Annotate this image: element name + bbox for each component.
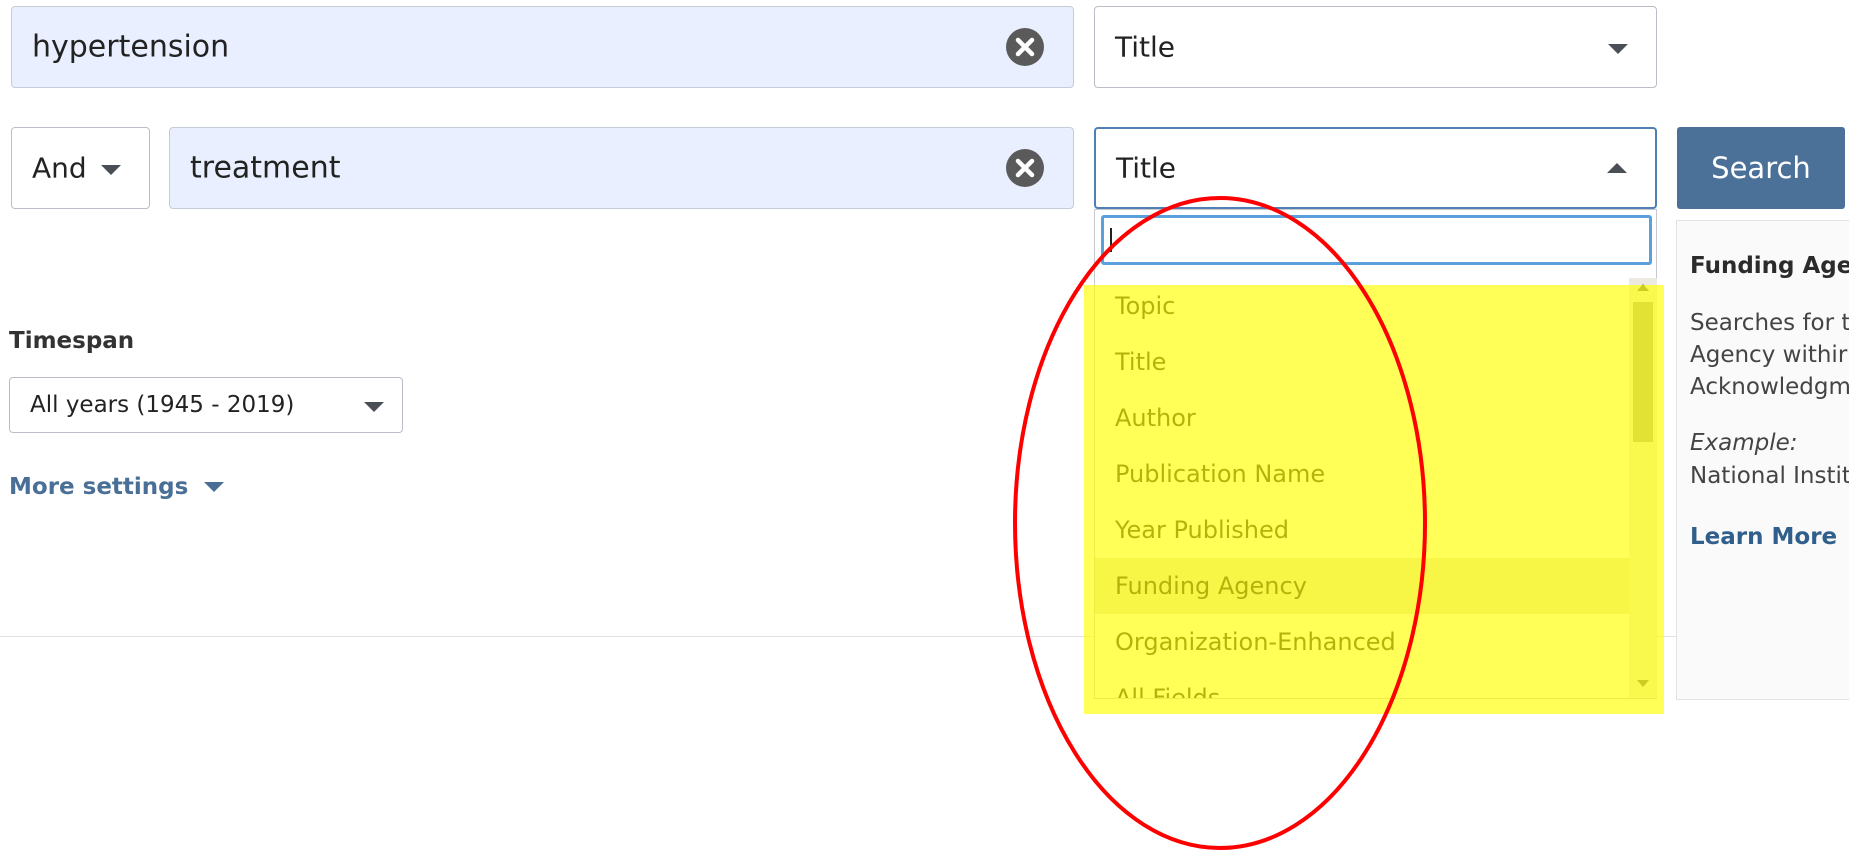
dropdown-options: Topic Title Author Publication Name Year… xyxy=(1095,278,1629,698)
query-input-1[interactable]: hypertension xyxy=(11,6,1074,88)
chevron-down-icon xyxy=(1608,44,1628,54)
field-select-1-value: Title xyxy=(1115,30,1176,64)
info-line-3: Acknowledgm xyxy=(1690,374,1849,400)
chevron-down-icon xyxy=(364,402,384,412)
info-title: Funding Agen xyxy=(1690,253,1849,279)
clear-icon[interactable] xyxy=(1005,148,1045,188)
chevron-up-icon xyxy=(1607,163,1627,173)
timespan-value: All years (1945 - 2019) xyxy=(30,392,295,418)
option-organization-enhanced[interactable]: Organization-Enhanced xyxy=(1095,614,1629,670)
option-funding-agency[interactable]: Funding Agency xyxy=(1095,558,1629,614)
timespan-select[interactable]: All years (1945 - 2019) xyxy=(9,377,403,433)
dropdown-scrollbar[interactable] xyxy=(1629,278,1657,698)
option-author[interactable]: Author xyxy=(1095,390,1629,446)
option-title[interactable]: Title xyxy=(1095,334,1629,390)
query-input-2[interactable]: treatment xyxy=(169,127,1074,209)
option-publication-name[interactable]: Publication Name xyxy=(1095,446,1629,502)
info-example-value: National Instit xyxy=(1690,463,1849,489)
text-cursor xyxy=(1110,228,1112,252)
info-line-2: Agency withir xyxy=(1690,342,1848,368)
more-settings-label: More settings xyxy=(9,474,189,500)
field-select-2-value: Title xyxy=(1116,151,1177,185)
chevron-down-icon xyxy=(101,165,121,175)
option-year-published[interactable]: Year Published xyxy=(1095,502,1629,558)
dropdown-search-input[interactable] xyxy=(1101,215,1652,265)
learn-more-link[interactable]: Learn More xyxy=(1690,524,1837,550)
timespan-label: Timespan xyxy=(9,328,135,354)
field-dropdown: Topic Title Author Publication Name Year… xyxy=(1094,209,1657,699)
chevron-down-icon xyxy=(204,482,225,492)
operator-select[interactable]: And xyxy=(11,127,150,209)
field-select-1[interactable]: Title xyxy=(1094,6,1657,88)
option-topic[interactable]: Topic xyxy=(1095,278,1629,334)
field-select-2[interactable]: Title xyxy=(1094,127,1657,209)
search-button[interactable]: Search xyxy=(1677,127,1845,209)
operator-value: And xyxy=(32,151,87,185)
query-input-1-value: hypertension xyxy=(32,29,230,65)
info-example-label: Example: xyxy=(1690,430,1798,456)
query-input-2-value: treatment xyxy=(190,150,341,186)
option-all-fields[interactable]: All Fields xyxy=(1095,670,1629,698)
scrollbar-thumb[interactable] xyxy=(1633,302,1653,442)
more-settings-link[interactable]: More settings xyxy=(9,474,225,500)
clear-icon[interactable] xyxy=(1005,27,1045,67)
field-info-panel: Funding Agen Searches for t Agency withi… xyxy=(1676,220,1849,700)
scroll-down-icon[interactable] xyxy=(1637,680,1649,687)
info-line-1: Searches for t xyxy=(1690,310,1849,336)
scroll-up-icon[interactable] xyxy=(1637,284,1649,291)
